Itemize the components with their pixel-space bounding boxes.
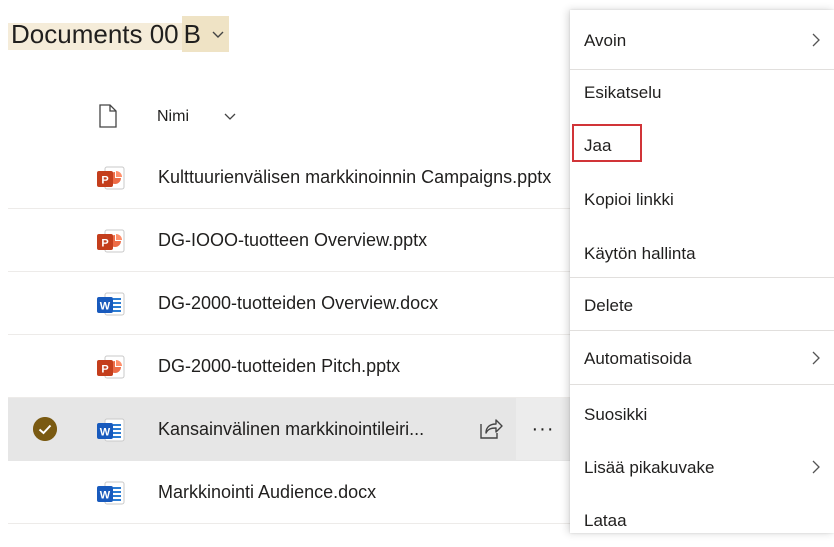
svg-text:P: P — [101, 238, 108, 250]
chevron-down-icon[interactable] — [222, 108, 238, 124]
name-column-header[interactable]: Nimi — [157, 108, 189, 126]
library-title-text: Documents 00 — [8, 18, 182, 50]
menu-item-open[interactable]: Avoin — [570, 15, 834, 67]
table-row[interactable]: P Kulttuurienvälisen markkinoinnin Campa… — [8, 146, 570, 209]
menu-item-automate[interactable]: Automatisoida — [570, 333, 834, 385]
table-row[interactable]: W Markkinointi Audience.docx — [8, 461, 570, 524]
svg-text:P: P — [101, 364, 108, 376]
word-icon: W — [97, 481, 125, 505]
menu-item-label: Kopioi linkki — [584, 190, 674, 209]
menu-item-label: Lataa — [584, 511, 627, 530]
menu-item-download[interactable]: Lataa — [570, 495, 834, 547]
menu-item-label: Käytön hallinta — [584, 244, 696, 263]
more-options-label: ··· — [531, 417, 555, 440]
library-title-suffix: B — [181, 16, 229, 52]
chevron-right-icon — [812, 351, 820, 365]
file-name[interactable]: DG-2000-tuotteiden Pitch.pptx — [158, 335, 400, 397]
svg-text:W: W — [100, 301, 111, 313]
powerpoint-icon: P — [97, 229, 125, 253]
column-header: Nimi — [0, 100, 570, 132]
table-row[interactable]: W DG-2000-tuotteiden Overview.docx — [8, 272, 570, 335]
menu-divider — [570, 384, 834, 385]
menu-item-manage-access[interactable]: Käytön hallinta — [570, 228, 834, 280]
svg-text:W: W — [100, 490, 111, 502]
chevron-right-icon — [812, 33, 820, 47]
word-icon: W — [97, 418, 125, 442]
table-row[interactable]: P DG-IOOO-tuotteen Overview.pptx — [8, 209, 570, 272]
menu-item-label: Delete — [584, 296, 634, 315]
menu-item-copy-link[interactable]: Kopioi linkki — [570, 174, 834, 226]
chevron-down-icon — [212, 31, 224, 38]
share-icon[interactable] — [478, 414, 504, 442]
menu-item-add-shortcut[interactable]: Lisää pikakuvake — [570, 442, 834, 494]
library-title-suffix-text: B — [183, 18, 201, 49]
file-name[interactable]: Markkinointi Audience.docx — [158, 461, 376, 523]
chevron-right-icon — [812, 460, 820, 474]
library-title[interactable]: Documents 00 B — [8, 16, 229, 52]
menu-item-delete[interactable]: Delete — [570, 280, 834, 332]
file-name[interactable]: DG-2000-tuotteiden Overview.docx — [158, 272, 438, 334]
file-name[interactable]: Kulttuurienvälisen markkinoinnin Campaig… — [158, 146, 551, 208]
table-row-selected[interactable]: W Kansainvälinen markkinointileiri... ··… — [8, 398, 570, 461]
menu-item-label: Lisää pikakuvake — [584, 458, 715, 477]
menu-divider — [570, 330, 834, 331]
word-icon: W — [97, 292, 125, 316]
powerpoint-icon: P — [97, 355, 125, 379]
highlight-box — [572, 124, 642, 162]
menu-divider — [570, 277, 834, 278]
menu-item-label: Suosikki — [584, 405, 648, 424]
table-row[interactable]: P DG-2000-tuotteiden Pitch.pptx — [8, 335, 570, 398]
svg-text:W: W — [100, 427, 111, 439]
menu-item-label: Avoin — [584, 31, 627, 50]
powerpoint-icon: P — [97, 166, 125, 190]
file-type-icon[interactable] — [98, 104, 118, 128]
file-name[interactable]: Kansainvälinen markkinointileiri... — [158, 398, 424, 460]
menu-item-label: Esikatselu — [584, 83, 662, 102]
menu-item-preview[interactable]: Esikatselu — [570, 67, 834, 119]
menu-item-favorite[interactable]: Suosikki — [570, 389, 834, 441]
checkmark-icon[interactable] — [33, 417, 57, 441]
more-options-button[interactable]: ··· — [516, 398, 570, 460]
context-menu: Avoin Esikatselu Jaa Kopioi linkki Käytö… — [570, 10, 834, 533]
menu-item-label: Automatisoida — [584, 349, 692, 368]
svg-text:P: P — [101, 175, 108, 187]
file-name[interactable]: DG-IOOO-tuotteen Overview.pptx — [158, 209, 427, 271]
